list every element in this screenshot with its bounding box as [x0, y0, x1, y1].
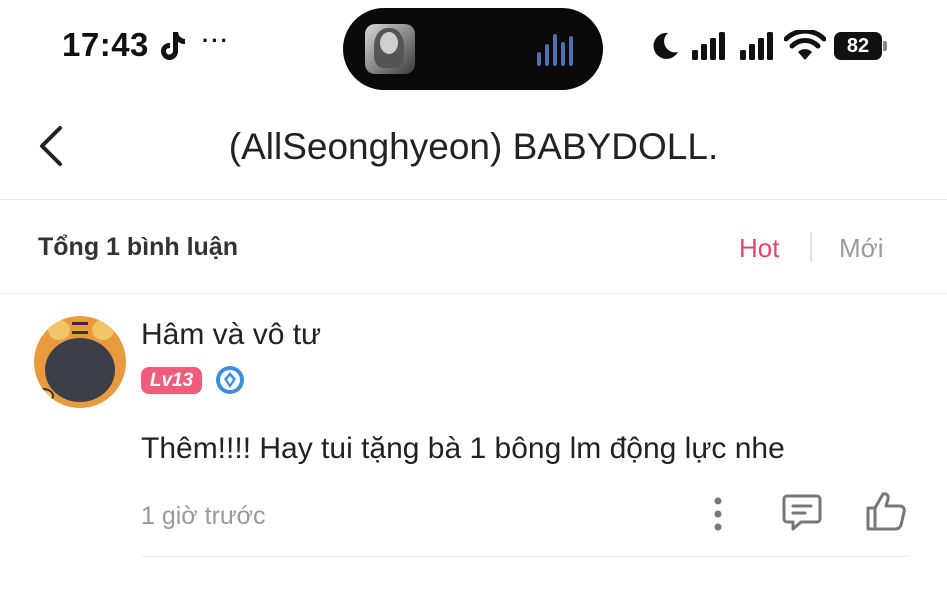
comment-text: Thêm!!!! Hay tui tặng bà 1 bông lm động … — [141, 432, 785, 465]
level-badge: Lv13 — [141, 367, 202, 394]
more-dots-icon: ··· — [202, 28, 230, 53]
verified-badge-icon — [216, 366, 244, 394]
comment-username[interactable]: Hâm và vô tư — [141, 318, 321, 352]
like-icon[interactable] — [864, 490, 908, 532]
more-vertical-icon[interactable] — [706, 494, 730, 534]
page-title: (AllSeonghyeon) BABYDOLL. — [228, 126, 719, 167]
moon-icon — [653, 32, 678, 59]
reply-icon[interactable] — [781, 492, 823, 532]
tab-new[interactable]: Mới — [839, 233, 883, 264]
tab-divider — [810, 232, 812, 262]
header: (AllSeonghyeon) BABYDOLL. — [0, 96, 947, 200]
album-art[interactable] — [365, 24, 415, 74]
signal-icon — [740, 32, 773, 60]
tab-hot[interactable]: Hot — [739, 233, 779, 264]
comment-item: Hâm và vô tư Lv13 Thêm!!!! Hay tui tặng … — [0, 294, 947, 600]
waveform-icon — [537, 32, 579, 66]
battery-icon: 82 — [834, 32, 888, 60]
status-bar: 17:43 ··· 82 — [0, 0, 947, 96]
comment-divider — [141, 556, 909, 557]
dynamic-island[interactable] — [343, 8, 603, 90]
wifi-icon — [784, 30, 826, 60]
avatar[interactable] — [34, 316, 126, 408]
signal-icon — [692, 32, 725, 60]
comments-bar: Tổng 1 bình luận Hot Mới — [0, 200, 947, 294]
status-time: 17:43 — [62, 26, 149, 63]
comment-count: Tổng 1 bình luận — [38, 233, 238, 261]
tiktok-icon — [161, 32, 185, 60]
battery-level: 82 — [834, 32, 882, 60]
comment-time: 1 giờ trước — [141, 502, 266, 530]
